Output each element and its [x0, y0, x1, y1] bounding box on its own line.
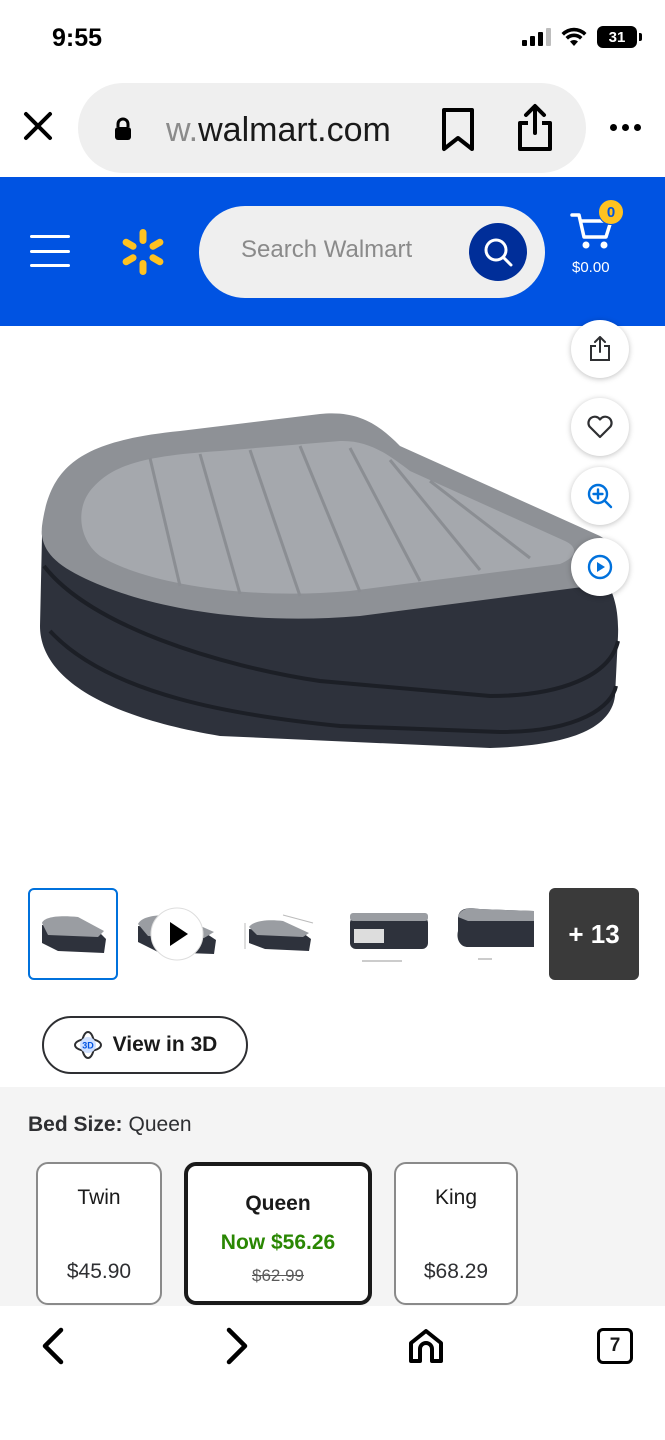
bed-size-value: Queen: [128, 1113, 192, 1136]
status-time: 9:55: [52, 24, 103, 52]
browser-bottom-toolbar: 7: [0, 1306, 665, 1440]
tab-count: 7: [609, 1335, 621, 1356]
site-header: Search Walmart 0 $0.00: [0, 177, 665, 326]
product-image-area: [0, 320, 665, 866]
variant-selector: Bed Size: Queen Twin $45.90 Queen Now $56…: [0, 1087, 665, 1307]
url-prefix: w.: [166, 111, 199, 149]
variant-name: King: [434, 1186, 478, 1209]
variant-option-twin[interactable]: Twin $45.90: [36, 1162, 162, 1305]
variant-name: Queen: [245, 1192, 311, 1215]
battery-level: 31: [608, 28, 626, 46]
share-icon: [518, 104, 552, 151]
thumbnail-4[interactable]: [340, 888, 430, 980]
thumbnail-video[interactable]: [132, 888, 222, 980]
url-domain: walmart.com: [198, 111, 391, 149]
play-icon: [587, 554, 613, 580]
zoom-button[interactable]: [571, 467, 629, 525]
search-input[interactable]: Search Walmart: [199, 206, 545, 298]
thumbnail-3[interactable]: [234, 888, 324, 980]
home-icon: [409, 1329, 443, 1363]
thumbnail-1[interactable]: [28, 888, 118, 980]
close-icon: [24, 112, 52, 140]
more-icon[interactable]: [610, 124, 641, 131]
video-button[interactable]: [571, 538, 629, 596]
status-icons: 31: [522, 26, 642, 48]
zoom-icon: [587, 483, 613, 509]
address-bar[interactable]: w.walmart.com: [78, 83, 586, 173]
share-product-button[interactable]: [571, 320, 629, 378]
bed-size-row: Bed Size: Queen: [28, 1113, 192, 1137]
3d-badge: 3D: [82, 1041, 94, 1051]
thumbnail-strip: + 13: [28, 888, 639, 980]
share-product-icon: [590, 336, 610, 361]
bookmark-icon: [442, 108, 474, 151]
3d-icon: 3D: [73, 1031, 102, 1059]
cart-button[interactable]: 0 $0.00: [568, 199, 628, 285]
cart-count-badge: 0: [598, 199, 624, 225]
browser-toolbar: w.walmart.com: [0, 80, 665, 177]
thumbnail-5[interactable]: [446, 888, 536, 980]
variant-now-price: Now $56.26: [220, 1231, 336, 1254]
lock-icon: [115, 117, 131, 140]
view-in-3d-label: View in 3D: [112, 1033, 218, 1056]
bed-size-label: Bed Size:: [28, 1113, 123, 1136]
bookmark-button[interactable]: [439, 107, 477, 158]
variant-name: Twin: [77, 1186, 121, 1209]
wifi-icon: [561, 27, 587, 46]
more-images-count: + 13: [568, 918, 620, 949]
thumbnail-more-button[interactable]: + 13: [549, 888, 639, 980]
home-button[interactable]: [404, 1324, 448, 1368]
spark-logo-icon[interactable]: [118, 227, 168, 277]
tabs-button[interactable]: 7: [597, 1328, 633, 1364]
signal-icon: [522, 28, 551, 46]
menu-icon[interactable]: [30, 235, 70, 267]
status-bar: 9:55 31: [0, 0, 665, 80]
view-in-3d-button[interactable]: 3D View in 3D: [42, 1016, 248, 1074]
search-button[interactable]: [469, 223, 527, 281]
heart-icon: [587, 415, 613, 439]
forward-icon: [226, 1327, 248, 1365]
product-image[interactable]: [20, 396, 625, 756]
favorite-button[interactable]: [571, 398, 629, 456]
variant-option-queen[interactable]: Queen Now $56.26 $62.99: [184, 1162, 372, 1305]
search-icon: [484, 238, 513, 267]
close-button[interactable]: [20, 108, 56, 144]
variant-option-king[interactable]: King $68.29: [394, 1162, 518, 1305]
search-placeholder: Search Walmart: [241, 236, 413, 263]
variant-price: $68.29: [423, 1260, 489, 1283]
share-button[interactable]: [516, 103, 554, 158]
variant-was-price: $62.99: [252, 1266, 304, 1285]
url-text: w.walmart.com: [166, 111, 391, 150]
back-button[interactable]: [30, 1324, 74, 1368]
forward-button[interactable]: [216, 1324, 260, 1368]
battery-icon: 31: [597, 26, 642, 48]
back-icon: [42, 1327, 64, 1365]
variant-price: $45.90: [66, 1260, 132, 1283]
cart-total: $0.00: [572, 259, 610, 276]
